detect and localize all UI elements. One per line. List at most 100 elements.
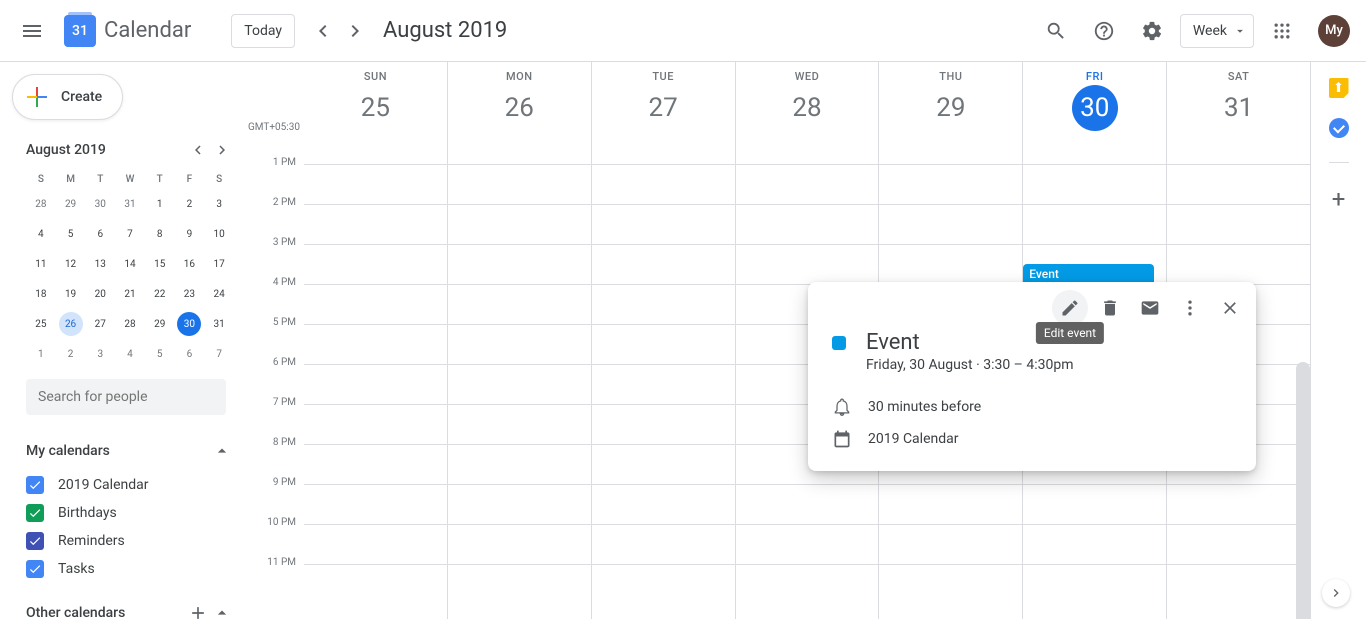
time-label: 4 PM bbox=[248, 277, 304, 288]
mini-day[interactable]: 29 bbox=[145, 309, 175, 339]
mini-day[interactable]: 25 bbox=[26, 309, 56, 339]
day-header[interactable]: MON26 bbox=[447, 62, 591, 144]
calendar-checkbox[interactable] bbox=[26, 532, 44, 550]
delete-event-button[interactable] bbox=[1092, 290, 1128, 326]
mini-day[interactable]: 4 bbox=[115, 339, 145, 369]
mini-day[interactable]: 15 bbox=[145, 249, 175, 279]
edit-event-button[interactable]: Edit event bbox=[1052, 290, 1088, 326]
create-button[interactable]: Create bbox=[12, 74, 123, 120]
add-calendar-button[interactable] bbox=[186, 601, 210, 625]
day-header[interactable]: TUE27 bbox=[591, 62, 735, 144]
mini-day[interactable]: 12 bbox=[56, 249, 86, 279]
event-popover: Edit event Event bbox=[808, 282, 1256, 471]
mini-day[interactable]: 3 bbox=[204, 189, 234, 219]
mini-day[interactable]: 29 bbox=[56, 189, 86, 219]
search-button[interactable] bbox=[1036, 11, 1076, 51]
mini-day[interactable]: 16 bbox=[175, 249, 205, 279]
mini-day[interactable]: 1 bbox=[145, 189, 175, 219]
mini-day[interactable]: 1 bbox=[26, 339, 56, 369]
mini-day[interactable]: 11 bbox=[26, 249, 56, 279]
mini-day[interactable]: 21 bbox=[115, 279, 145, 309]
mini-day[interactable]: 9 bbox=[175, 219, 205, 249]
calendar-item[interactable]: Reminders bbox=[26, 527, 232, 555]
day-column[interactable] bbox=[591, 144, 735, 619]
view-selector-label: Week bbox=[1193, 23, 1227, 39]
event-options-button[interactable] bbox=[1172, 290, 1208, 326]
next-week-button[interactable] bbox=[339, 15, 371, 47]
mini-day[interactable]: 4 bbox=[26, 219, 56, 249]
mini-day[interactable]: 31 bbox=[115, 189, 145, 219]
mini-day[interactable]: 5 bbox=[56, 219, 86, 249]
show-side-panel-button[interactable] bbox=[1322, 579, 1350, 607]
help-button[interactable] bbox=[1084, 11, 1124, 51]
date-label: 31 bbox=[1167, 85, 1310, 131]
mini-day[interactable]: 14 bbox=[115, 249, 145, 279]
mini-day[interactable]: 3 bbox=[85, 339, 115, 369]
sidebar: Create August 2019 SMTWTFS28293031123456… bbox=[0, 62, 248, 619]
email-guests-button[interactable] bbox=[1132, 290, 1168, 326]
calendar-checkbox[interactable] bbox=[26, 560, 44, 578]
dow-label: SAT bbox=[1167, 70, 1310, 83]
mini-day[interactable]: 7 bbox=[115, 219, 145, 249]
view-selector[interactable]: Week bbox=[1180, 14, 1254, 48]
mini-prev-month[interactable] bbox=[186, 138, 210, 162]
prev-week-button[interactable] bbox=[307, 15, 339, 47]
day-header[interactable]: SUN25 bbox=[304, 62, 447, 144]
mini-calendar-grid[interactable]: SMTWTFS282930311234567891011121314151617… bbox=[26, 170, 234, 369]
today-button[interactable]: Today bbox=[231, 14, 295, 48]
mini-day[interactable]: 19 bbox=[56, 279, 86, 309]
google-apps-button[interactable] bbox=[1262, 11, 1302, 51]
mini-day[interactable]: 27 bbox=[85, 309, 115, 339]
mini-day[interactable]: 6 bbox=[85, 219, 115, 249]
mini-day[interactable]: 2 bbox=[56, 339, 86, 369]
calendar-checkbox[interactable] bbox=[26, 504, 44, 522]
mini-day[interactable]: 24 bbox=[204, 279, 234, 309]
close-popover-button[interactable] bbox=[1212, 290, 1248, 326]
calendar-logo: 31 bbox=[60, 11, 100, 51]
mini-day[interactable]: 23 bbox=[175, 279, 205, 309]
search-people-input[interactable] bbox=[26, 379, 226, 415]
day-header[interactable]: FRI30 bbox=[1022, 62, 1166, 144]
calendar-checkbox[interactable] bbox=[26, 476, 44, 494]
other-calendars-header[interactable]: Other calendars bbox=[26, 595, 232, 631]
mini-next-month[interactable] bbox=[210, 138, 234, 162]
calendar-item[interactable]: Tasks bbox=[26, 555, 232, 583]
event-calendar-name: 2019 Calendar bbox=[868, 431, 959, 447]
mini-day[interactable]: 30 bbox=[175, 309, 205, 339]
settings-button[interactable] bbox=[1132, 11, 1172, 51]
mini-day[interactable]: 28 bbox=[115, 309, 145, 339]
mini-day[interactable]: 26 bbox=[56, 309, 86, 339]
day-header[interactable]: THU29 bbox=[878, 62, 1022, 144]
calendar-item[interactable]: Birthdays bbox=[26, 499, 232, 527]
account-avatar[interactable]: My bbox=[1318, 15, 1350, 47]
mini-day[interactable]: 17 bbox=[204, 249, 234, 279]
mini-day[interactable]: 2 bbox=[175, 189, 205, 219]
mini-day[interactable]: 5 bbox=[145, 339, 175, 369]
mini-day[interactable]: 13 bbox=[85, 249, 115, 279]
event-title: Event bbox=[866, 330, 920, 355]
scrollbar[interactable] bbox=[1296, 362, 1310, 619]
mini-day[interactable]: 30 bbox=[85, 189, 115, 219]
day-column[interactable] bbox=[304, 144, 447, 619]
main-menu-button[interactable] bbox=[8, 7, 56, 55]
keep-icon[interactable] bbox=[1329, 78, 1349, 98]
tasks-icon[interactable] bbox=[1329, 118, 1349, 138]
get-addons-button[interactable]: + bbox=[1332, 187, 1346, 211]
mini-day[interactable]: 28 bbox=[26, 189, 56, 219]
day-column[interactable] bbox=[447, 144, 591, 619]
day-header[interactable]: WED28 bbox=[735, 62, 879, 144]
calendar-icon bbox=[832, 429, 852, 449]
mini-day[interactable]: 7 bbox=[204, 339, 234, 369]
day-header[interactable]: SAT 31 bbox=[1166, 62, 1310, 144]
mini-day[interactable]: 20 bbox=[85, 279, 115, 309]
mini-day[interactable]: 8 bbox=[145, 219, 175, 249]
mini-day[interactable]: 18 bbox=[26, 279, 56, 309]
mini-dow: T bbox=[145, 170, 175, 189]
mini-day[interactable]: 31 bbox=[204, 309, 234, 339]
mini-day[interactable]: 22 bbox=[145, 279, 175, 309]
mini-day[interactable]: 10 bbox=[204, 219, 234, 249]
calendar-item[interactable]: 2019 Calendar bbox=[26, 471, 232, 499]
mini-day[interactable]: 6 bbox=[175, 339, 205, 369]
my-calendars-header[interactable]: My calendars bbox=[26, 435, 232, 467]
mini-dow: F bbox=[175, 170, 205, 189]
